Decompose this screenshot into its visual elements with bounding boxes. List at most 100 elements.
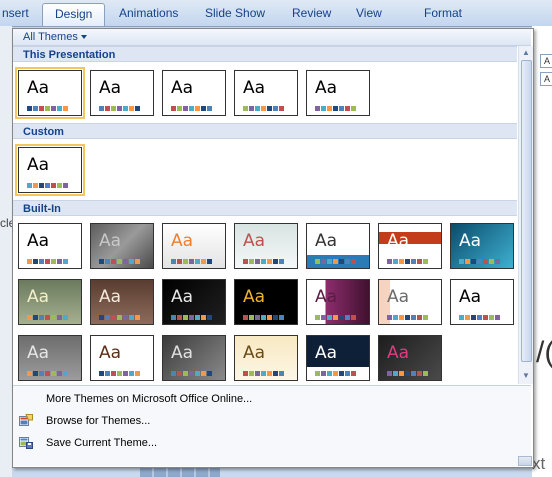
theme-color-swatches bbox=[315, 259, 357, 264]
save-current-theme[interactable]: Save Current Theme... bbox=[13, 433, 531, 453]
all-themes-dropdown[interactable]: All Themes bbox=[23, 30, 87, 44]
theme-thumbnail[interactable]: Aa bbox=[162, 223, 226, 269]
theme-color-swatches bbox=[171, 259, 213, 264]
theme-color-swatches bbox=[27, 259, 69, 264]
theme-thumbnail[interactable]: Aa bbox=[378, 279, 442, 325]
slide-area-left: cle bbox=[0, 26, 15, 477]
resize-grip[interactable] bbox=[518, 456, 532, 466]
font-size-box[interactable]: A bbox=[540, 54, 552, 68]
theme-thumbnail[interactable]: Aa bbox=[162, 70, 226, 116]
theme-thumbnail[interactable]: Aa bbox=[234, 335, 298, 381]
theme-thumbnail[interactable]: Aa bbox=[90, 335, 154, 381]
theme-thumbnail[interactable]: Aa bbox=[90, 279, 154, 325]
theme-preview-text: Aa bbox=[459, 287, 482, 307]
theme-thumbnail[interactable]: Aa bbox=[378, 335, 442, 381]
themes-gallery: All Themes This Presentation Custom Buil… bbox=[12, 28, 534, 468]
theme-color-swatches bbox=[99, 259, 141, 264]
gallery-menu: More Themes on Microsoft Office Online..… bbox=[13, 385, 531, 466]
theme-color-swatches bbox=[27, 371, 69, 376]
theme-thumbnail[interactable]: Aa bbox=[234, 279, 298, 325]
theme-thumbnail[interactable]: Aa bbox=[378, 223, 442, 269]
tab-design[interactable]: Design bbox=[42, 3, 106, 26]
gallery-scrollbar[interactable]: ▲ ▼ bbox=[518, 46, 533, 384]
theme-color-swatches bbox=[315, 106, 357, 111]
theme-color-swatches bbox=[459, 315, 501, 320]
theme-color-swatches bbox=[171, 315, 213, 320]
tab-view[interactable]: View bbox=[356, 3, 382, 25]
scroll-down-icon[interactable]: ▼ bbox=[521, 371, 531, 380]
theme-preview-text: Aa bbox=[459, 231, 482, 251]
theme-preview-text: Aa bbox=[387, 231, 410, 251]
theme-preview-text: Aa bbox=[27, 78, 50, 98]
theme-thumbnail[interactable]: Aa bbox=[18, 279, 82, 325]
theme-preview-text: Aa bbox=[99, 231, 122, 251]
theme-preview-text: Aa bbox=[243, 78, 266, 98]
theme-thumbnail[interactable]: Aa bbox=[234, 223, 298, 269]
theme-preview-text: Aa bbox=[387, 287, 410, 307]
theme-preview-text: Aa bbox=[243, 287, 266, 307]
scroll-up-icon[interactable]: ▲ bbox=[521, 48, 531, 57]
theme-color-swatches bbox=[243, 371, 285, 376]
scroll-thumb[interactable] bbox=[521, 60, 532, 362]
more-themes-online[interactable]: More Themes on Microsoft Office Online..… bbox=[13, 389, 531, 409]
theme-preview-text: Aa bbox=[99, 287, 122, 307]
menu-label: More Themes on Microsoft Office Online..… bbox=[46, 393, 253, 405]
theme-color-swatches bbox=[27, 315, 69, 320]
theme-thumbnail[interactable]: Aa bbox=[90, 223, 154, 269]
theme-preview-text: Aa bbox=[27, 343, 50, 363]
theme-thumbnail[interactable]: Aa bbox=[306, 70, 370, 116]
menu-label: Save Current Theme... bbox=[46, 437, 158, 449]
tab-slide-show[interactable]: Slide Show bbox=[205, 3, 265, 25]
theme-preview-text: Aa bbox=[315, 343, 338, 363]
tab-animations[interactable]: Animations bbox=[119, 3, 178, 25]
theme-thumbnail[interactable]: Aa bbox=[18, 223, 82, 269]
chevron-down-icon bbox=[80, 35, 87, 40]
theme-thumbnail[interactable]: Aa bbox=[90, 70, 154, 116]
theme-preview-text: Aa bbox=[27, 287, 50, 307]
theme-color-swatches bbox=[171, 106, 213, 111]
gallery-header: All Themes bbox=[13, 29, 531, 46]
theme-preview-text: Aa bbox=[315, 78, 338, 98]
font-color-box[interactable]: A bbox=[540, 72, 552, 86]
theme-color-swatches bbox=[27, 183, 69, 188]
all-themes-label: All Themes bbox=[23, 31, 78, 43]
browse-icon bbox=[19, 414, 33, 426]
slide-text-fragment-right: /( bbox=[536, 336, 552, 369]
theme-preview-text: Aa bbox=[99, 343, 122, 363]
theme-thumbnail[interactable]: Aa bbox=[162, 335, 226, 381]
section-custom: Custom bbox=[13, 123, 517, 139]
theme-color-swatches bbox=[315, 371, 357, 376]
theme-preview-text: Aa bbox=[315, 231, 338, 251]
theme-preview-text: Aa bbox=[99, 78, 122, 98]
theme-thumbnail[interactable]: Aa bbox=[450, 279, 514, 325]
theme-thumbnail[interactable]: Aa bbox=[306, 335, 370, 381]
theme-thumbnail[interactable]: Aa bbox=[306, 223, 370, 269]
section-built-in: Built-In bbox=[13, 200, 517, 216]
theme-color-swatches bbox=[99, 371, 141, 376]
tab-insert[interactable]: nsert bbox=[2, 3, 29, 25]
theme-preview-text: Aa bbox=[315, 287, 338, 307]
theme-color-swatches bbox=[243, 259, 285, 264]
theme-thumbnail[interactable]: Aa bbox=[15, 144, 85, 196]
theme-preview-text: Aa bbox=[387, 343, 410, 363]
theme-thumbnail[interactable]: Aa bbox=[234, 70, 298, 116]
theme-color-swatches bbox=[387, 371, 429, 376]
tab-format[interactable]: Format bbox=[424, 3, 462, 25]
theme-preview-text: Aa bbox=[171, 231, 194, 251]
theme-preview-text: Aa bbox=[243, 343, 266, 363]
menu-label: Browse for Themes... bbox=[46, 415, 151, 427]
theme-preview-text: Aa bbox=[171, 78, 194, 98]
theme-thumbnail[interactable]: Aa bbox=[18, 335, 82, 381]
theme-thumbnail[interactable]: Aa bbox=[15, 67, 85, 119]
theme-thumbnail[interactable]: Aa bbox=[450, 223, 514, 269]
theme-preview-text: Aa bbox=[27, 231, 50, 251]
tab-review[interactable]: Review bbox=[292, 3, 331, 25]
theme-thumbnail[interactable]: Aa bbox=[306, 279, 370, 325]
theme-preview-text: Aa bbox=[171, 287, 194, 307]
slide-area-right: A A /( xt bbox=[532, 26, 552, 477]
save-theme-icon bbox=[19, 437, 33, 449]
theme-thumbnail[interactable]: Aa bbox=[162, 279, 226, 325]
browse-for-themes[interactable]: Browse for Themes... bbox=[13, 411, 531, 431]
theme-preview-text: Aa bbox=[27, 155, 50, 175]
theme-color-swatches bbox=[243, 315, 285, 320]
